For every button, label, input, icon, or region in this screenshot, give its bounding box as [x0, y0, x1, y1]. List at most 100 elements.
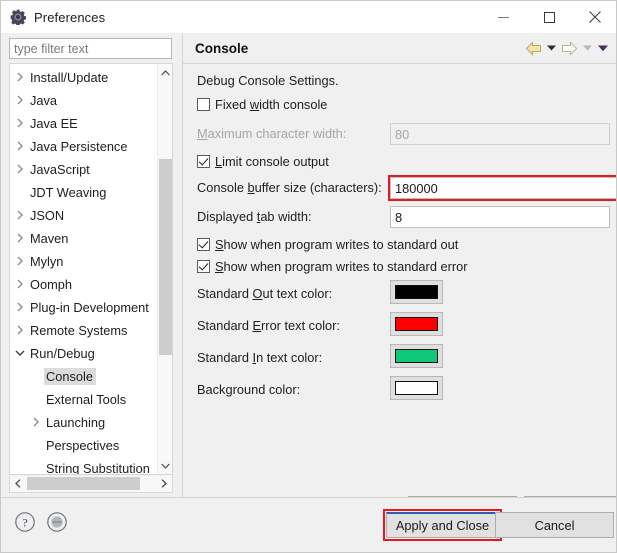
- sidebar-item-label: Java Persistence: [30, 139, 128, 154]
- cancel-button[interactable]: Cancel: [495, 512, 614, 538]
- chevron-right-icon[interactable]: [12, 95, 28, 106]
- sidebar-item-label: Perspectives: [46, 438, 120, 453]
- forward-arrow-icon: [560, 38, 578, 58]
- show-stderr-label: Show when program writes to standard err…: [215, 259, 468, 274]
- sidebar-item-label: Launching: [46, 415, 106, 430]
- sidebar-item-label: Oomph: [30, 277, 72, 292]
- window-title: Preferences: [34, 9, 106, 25]
- sidebar-item-console[interactable]: Console: [10, 365, 158, 388]
- dialog-footer: ? Apply and Close Cancel: [1, 497, 616, 552]
- color-preview-background: [395, 381, 438, 395]
- sidebar-item-java-persistence[interactable]: Java Persistence: [10, 135, 158, 158]
- sidebar-item-java-ee[interactable]: Java EE: [10, 112, 158, 135]
- chevron-right-icon[interactable]: [12, 118, 28, 129]
- sidebar-item-plug-in-development[interactable]: Plug-in Development: [10, 296, 158, 319]
- sidebar-item-run-debug[interactable]: Run/Debug: [10, 342, 158, 365]
- color-preview-standard-out: [395, 285, 438, 299]
- checkbox-box-limit-output[interactable]: [197, 155, 210, 168]
- sidebar-item-label: JavaScript: [30, 162, 90, 177]
- close-icon[interactable]: [572, 1, 616, 33]
- standard-out-color-swatch[interactable]: [390, 280, 443, 304]
- sidebar-item-label: Console: [44, 368, 96, 385]
- scroll-left-icon[interactable]: [10, 476, 26, 491]
- sidebar-item-label: External Tools: [46, 392, 127, 407]
- preferences-tree[interactable]: Install/Update Java Java EE Java Persistenc…: [9, 63, 173, 475]
- chevron-right-icon[interactable]: [12, 325, 28, 336]
- debug-console-settings-label: Debug Console Settings.: [197, 73, 339, 88]
- sidebar-item-perspectives[interactable]: Perspectives: [10, 434, 158, 457]
- scroll-up-icon[interactable]: [158, 64, 172, 81]
- sidebar-item-javascript[interactable]: JavaScript: [10, 158, 158, 181]
- scrollbar-thumb-horizontal[interactable]: [27, 477, 140, 490]
- help-icon[interactable]: ?: [14, 511, 36, 533]
- apply-and-close-button[interactable]: Apply and Close: [386, 512, 499, 538]
- tree-vertical-scrollbar[interactable]: [157, 64, 172, 474]
- filter-box: [9, 38, 172, 59]
- sidebar-item-string-substitution[interactable]: String Substitution: [10, 457, 158, 475]
- sidebar-item-maven[interactable]: Maven: [10, 227, 158, 250]
- chevron-right-icon[interactable]: [12, 72, 28, 83]
- sidebar-item-oomph[interactable]: Oomph: [10, 273, 158, 296]
- sidebar-item-jdt-weaving[interactable]: JDT Weaving: [10, 181, 158, 204]
- pane-header: Console: [183, 33, 616, 64]
- checkbox-box-show-stderr[interactable]: [197, 260, 210, 273]
- standard-out-color-label: Standard Out text color:: [197, 286, 333, 301]
- background-color-label: Background color:: [197, 382, 301, 397]
- limit-console-output-checkbox[interactable]: Limit console output: [197, 154, 329, 169]
- tree-horizontal-scrollbar[interactable]: [9, 476, 173, 493]
- apply-and-close-label: Apply and Close: [395, 518, 490, 533]
- sidebar-item-label: Maven: [30, 231, 69, 246]
- show-stdout-checkbox[interactable]: Show when program writes to standard out: [197, 237, 458, 252]
- standard-in-color-label: Standard In text color:: [197, 350, 323, 365]
- sidebar-item-install-update[interactable]: Install/Update: [10, 66, 158, 89]
- view-menu-caret-icon[interactable]: [596, 38, 610, 58]
- svg-text:?: ?: [22, 515, 27, 529]
- standard-in-color-swatch[interactable]: [390, 344, 443, 368]
- sidebar-item-launching[interactable]: Launching: [10, 411, 158, 434]
- show-stderr-checkbox[interactable]: Show when program writes to standard err…: [197, 259, 468, 274]
- console-buffer-size-input[interactable]: [390, 177, 616, 199]
- chevron-right-icon[interactable]: [12, 141, 28, 152]
- sidebar-item-java[interactable]: Java: [10, 89, 158, 112]
- chevron-right-icon[interactable]: [12, 233, 28, 244]
- displayed-tab-width-input[interactable]: [390, 206, 610, 228]
- sidebar-item-external-tools[interactable]: External Tools: [10, 388, 158, 411]
- title-bar: Preferences: [1, 1, 616, 33]
- background-color-swatch[interactable]: [390, 376, 443, 400]
- progress-icon[interactable]: [46, 511, 68, 533]
- back-dropdown-caret-icon[interactable]: [544, 38, 558, 58]
- chevron-right-icon[interactable]: [28, 417, 44, 428]
- scroll-down-icon[interactable]: [158, 457, 172, 474]
- sidebar-item-label: Java EE: [30, 116, 78, 131]
- chevron-right-icon[interactable]: [12, 256, 28, 267]
- fixed-width-console-label: Fixed width console: [215, 97, 328, 112]
- page-title: Console: [195, 40, 249, 56]
- chevron-right-icon[interactable]: [12, 210, 28, 221]
- sidebar-item-label: Remote Systems: [30, 323, 128, 338]
- scroll-right-icon[interactable]: [156, 476, 172, 491]
- standard-error-color-label: Standard Error text color:: [197, 318, 340, 333]
- minimize-icon[interactable]: [480, 1, 526, 33]
- scrollbar-thumb-vertical[interactable]: [159, 159, 172, 355]
- chevron-right-icon[interactable]: [12, 302, 28, 313]
- chevron-right-icon[interactable]: [12, 164, 28, 175]
- search-input[interactable]: [9, 38, 172, 59]
- console-preferences-pane: Console Debug Console Settings. Fixed wi…: [182, 33, 616, 521]
- standard-error-color-swatch[interactable]: [390, 312, 443, 336]
- sidebar-item-label: String Substitution: [46, 461, 150, 475]
- chevron-down-icon[interactable]: [12, 348, 28, 359]
- fixed-width-console-checkbox[interactable]: Fixed width console: [197, 97, 327, 112]
- sidebar-item-json[interactable]: JSON: [10, 204, 158, 227]
- console-settings-form: Debug Console Settings. Fixed width cons…: [183, 64, 616, 521]
- maximize-icon[interactable]: [526, 1, 572, 33]
- sidebar-item-remote-systems[interactable]: Remote Systems: [10, 319, 158, 342]
- chevron-right-icon[interactable]: [12, 279, 28, 290]
- cancel-label: Cancel: [534, 517, 575, 533]
- sidebar-item-mylyn[interactable]: Mylyn: [10, 250, 158, 273]
- color-preview-standard-error: [395, 317, 438, 331]
- limit-console-output-label: Limit console output: [215, 154, 329, 169]
- checkbox-box-fixed-width[interactable]: [197, 98, 210, 111]
- sidebar-item-label: Plug-in Development: [30, 300, 149, 315]
- checkbox-box-show-stdout[interactable]: [197, 238, 210, 251]
- back-arrow-icon[interactable]: [524, 38, 542, 58]
